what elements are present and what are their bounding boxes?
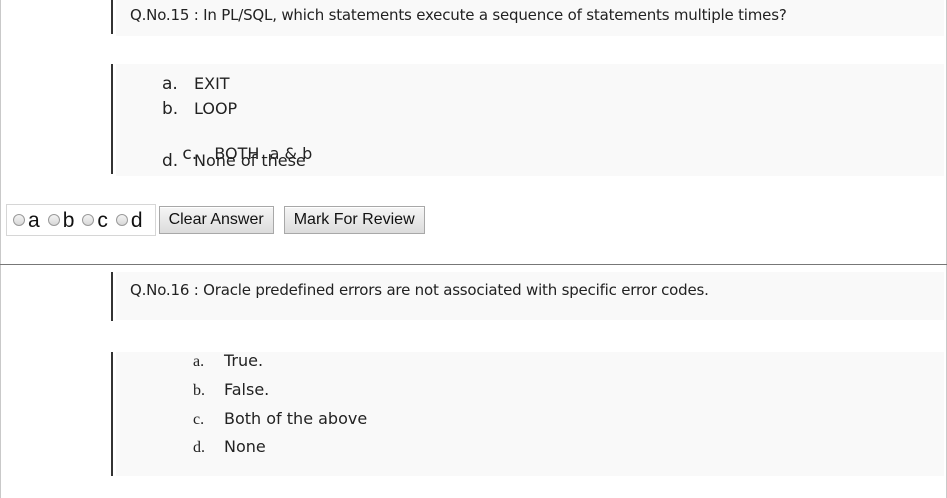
mark-for-review-button[interactable]: Mark For Review [283, 206, 425, 234]
question-divider [0, 264, 947, 265]
question-15-option-d: d. None of these [162, 151, 306, 171]
option-letter: a. [193, 353, 205, 370]
question-16-text: Q.No.16 : Oracle predefined errors are n… [130, 281, 709, 299]
answer-option-d[interactable]: d [115, 210, 147, 231]
radio-a[interactable] [13, 214, 25, 226]
option-text: None [224, 437, 266, 456]
page-border-left [0, 0, 1, 498]
option-text: LOOP [194, 99, 238, 118]
question-15-option-a: a. EXIT [162, 74, 230, 94]
option-letter: d. [162, 151, 179, 171]
option-text: None of these [194, 151, 306, 170]
radio-label-a[interactable]: a [28, 210, 40, 231]
question-15-header-bar [111, 0, 113, 34]
question-16-option-d: d. None [193, 437, 266, 457]
radio-c[interactable] [82, 214, 95, 226]
option-letter: d. [193, 439, 205, 456]
answer-radio-group: a b c d [6, 204, 156, 236]
radio-label-b[interactable]: b [63, 210, 75, 231]
question-16-option-a: a. True. [193, 351, 263, 371]
radio-b[interactable] [47, 214, 60, 226]
question-15-text: Q.No.15 : In PL/SQL, which statements ex… [130, 6, 787, 24]
answer-option-a[interactable]: a [13, 210, 44, 231]
answer-option-b[interactable]: b [47, 210, 79, 231]
question-16-options-bar [111, 352, 113, 476]
radio-d[interactable] [115, 214, 128, 226]
option-text: False. [224, 380, 270, 399]
question-15-option-b: b. LOOP [162, 99, 237, 119]
option-letter: b. [193, 382, 205, 399]
option-letter: a. [162, 74, 178, 94]
option-text: True. [224, 351, 264, 370]
clear-answer-button[interactable]: Clear Answer [158, 206, 274, 234]
option-letter: c. [193, 411, 205, 428]
option-text: Both of the above [224, 409, 368, 428]
question-15-options-bar [111, 64, 113, 174]
answer-option-c[interactable]: c [82, 210, 112, 231]
radio-label-c[interactable]: c [97, 210, 108, 231]
option-letter: b. [162, 99, 179, 119]
option-text: EXIT [194, 74, 230, 93]
radio-label-d[interactable]: d [131, 210, 143, 231]
question-16-option-b: b. False. [193, 380, 269, 400]
question-16-header-bar [111, 272, 113, 321]
question-16-option-c: c. Both of the above [193, 409, 367, 429]
answer-bar: a b c d Clear Answer Mark For Review [6, 203, 456, 237]
